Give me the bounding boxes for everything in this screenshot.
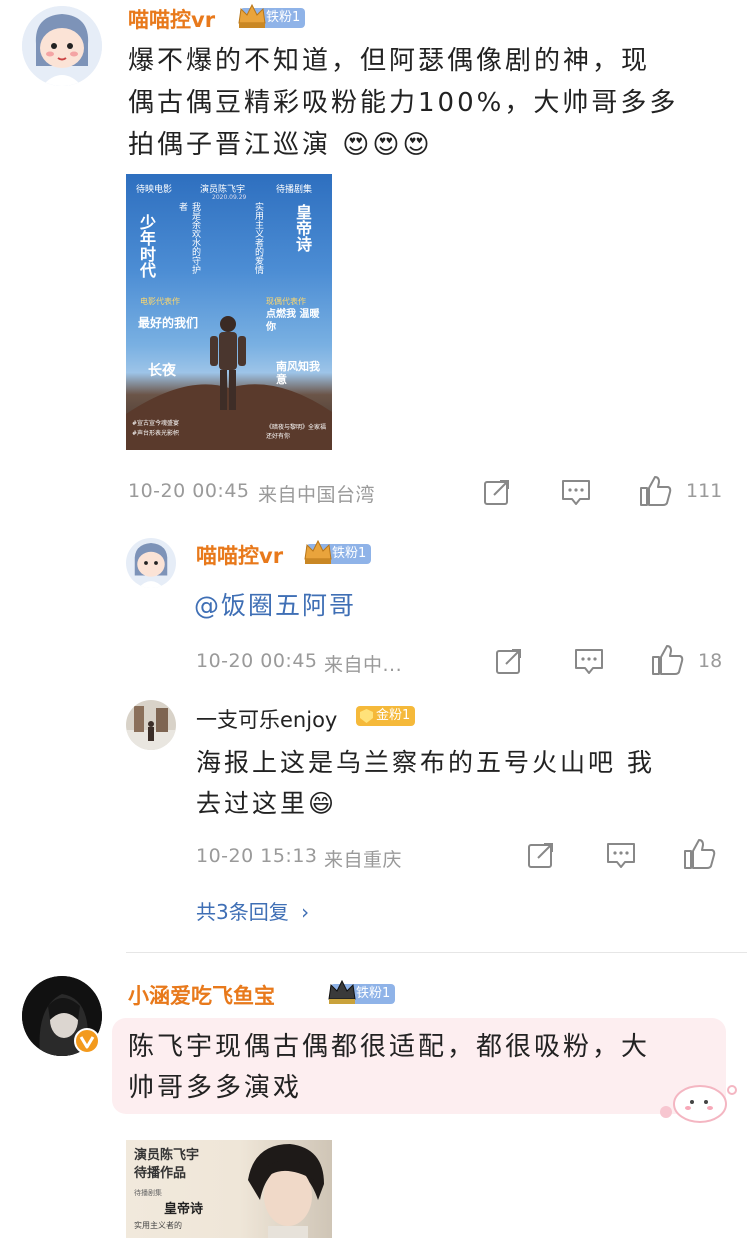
bubble-sticker-icon xyxy=(660,1085,737,1123)
divider xyxy=(126,952,747,953)
badge-label: 铁粉1 xyxy=(356,986,391,1001)
fan-badge[interactable]: 铁粉1 xyxy=(304,539,372,564)
reply-username[interactable]: 喵喵控vr xyxy=(196,540,283,570)
fan-badge[interactable]: 铁粉1 xyxy=(238,3,306,28)
like-count: 111 xyxy=(686,480,723,502)
reply-text-2: 去过这里 xyxy=(196,789,309,818)
fan-badge[interactable]: 金粉1 xyxy=(356,706,416,726)
comment-time: 10-20 00:45 xyxy=(128,480,250,502)
like-icon[interactable] xyxy=(650,643,684,677)
reply-avatar[interactable] xyxy=(126,700,176,750)
poster2-line-1: 演员陈飞宇 xyxy=(134,1148,200,1163)
poster2-line-3: 待播剧集 xyxy=(134,1189,162,1197)
chevron-right-icon: › xyxy=(301,900,310,924)
like-icon[interactable] xyxy=(638,474,672,508)
gold-badge-icon xyxy=(360,709,373,723)
more-replies-label: 共3条回复 xyxy=(196,900,289,924)
poster-figure-icon xyxy=(126,316,332,450)
comment-icon[interactable] xyxy=(605,840,637,870)
comment-text-line-3: 拍偶子晋江巡演 😍😍😍 xyxy=(128,124,433,161)
poster-image[interactable]: 待映电影 演员陈飞宇 待播剧集 2020.09.29 少年时代 我是余欢水的守护… xyxy=(126,174,332,450)
comment-location: 来自中国台湾 xyxy=(258,484,376,506)
badge-label: 铁粉1 xyxy=(332,546,367,561)
repost-icon[interactable] xyxy=(482,477,512,507)
reply-time: 10-20 15:13 xyxy=(196,845,318,867)
reply-time: 10-20 00:45 xyxy=(196,650,318,672)
comment-icon[interactable] xyxy=(560,477,592,507)
verified-icon xyxy=(74,1028,100,1054)
comment-text-line-2: 偶古偶豆精彩吸粉能力100%，大帅哥多多 xyxy=(128,88,679,118)
poster-foot-right: 《暗夜与黎明》全家福 还好有你 xyxy=(266,424,327,440)
emoji: 😍 xyxy=(402,130,433,160)
like-icon[interactable] xyxy=(682,837,716,871)
poster2-line-4: 实用主义者的 xyxy=(134,1221,182,1230)
reply-mention[interactable]: @饭圈五阿哥 xyxy=(194,586,356,622)
badge-label: 金粉1 xyxy=(376,708,411,723)
more-replies-link[interactable]: 共3条回复 › xyxy=(196,896,309,925)
username[interactable]: 小涵爱吃飞鱼宝 xyxy=(128,980,275,1010)
reply-text-line-2: 去过这里😄 xyxy=(196,784,337,820)
reply-text-line-1: 海报上这是乌兰察布的五号火山吧 我 xyxy=(196,748,655,777)
avatar[interactable] xyxy=(22,6,102,86)
comment-text-line-2: 帅哥多多演戏 xyxy=(128,1073,303,1103)
crown-icon xyxy=(304,539,332,564)
reply-avatar[interactable] xyxy=(126,538,176,588)
comment-text-3: 拍偶子晋江巡演 xyxy=(128,130,332,160)
comment-icon[interactable] xyxy=(573,646,605,676)
reply-username[interactable]: 一支可乐enjoy xyxy=(196,704,337,734)
reply-location: 来自重庆 xyxy=(324,849,403,871)
emoji: 😄 xyxy=(308,789,338,818)
crown-icon xyxy=(328,979,356,1004)
poster-foot-left-1: #宣古宣今魂盛宴 xyxy=(132,420,180,427)
crown-icon xyxy=(238,3,266,28)
poster-image[interactable]: 演员陈飞宇 待播作品 待播剧集 皇帝诗 实用主义者的 xyxy=(126,1140,332,1238)
reply-location: 来自中... xyxy=(324,654,403,676)
avatar-photo-icon xyxy=(126,700,176,750)
username[interactable]: 喵喵控vr xyxy=(128,4,215,34)
like-count: 18 xyxy=(698,650,723,672)
repost-icon[interactable] xyxy=(526,840,556,870)
poster2-portrait-icon xyxy=(248,1144,324,1238)
emoji: 😍 xyxy=(342,130,373,160)
comment-text-line-1: 陈飞宇现偶古偶都很适配，都很吸粉，大 xyxy=(128,1032,651,1062)
fan-badge[interactable]: 铁粉1 xyxy=(328,979,396,1004)
comment-text-line-1: 爆不爆的不知道，但阿瑟偶像剧的神，现 xyxy=(128,46,651,76)
badge-label: 铁粉1 xyxy=(266,10,301,25)
avatar-cartoon-icon xyxy=(126,538,176,588)
poster-foot-left-2: #声台形表光影帜 xyxy=(132,430,180,437)
poster2-title: 皇帝诗 xyxy=(164,1202,204,1217)
repost-icon[interactable] xyxy=(494,646,524,676)
emoji: 😍 xyxy=(372,130,403,160)
avatar-cartoon-icon xyxy=(22,6,102,86)
poster2-line-2: 待播作品 xyxy=(134,1166,187,1181)
